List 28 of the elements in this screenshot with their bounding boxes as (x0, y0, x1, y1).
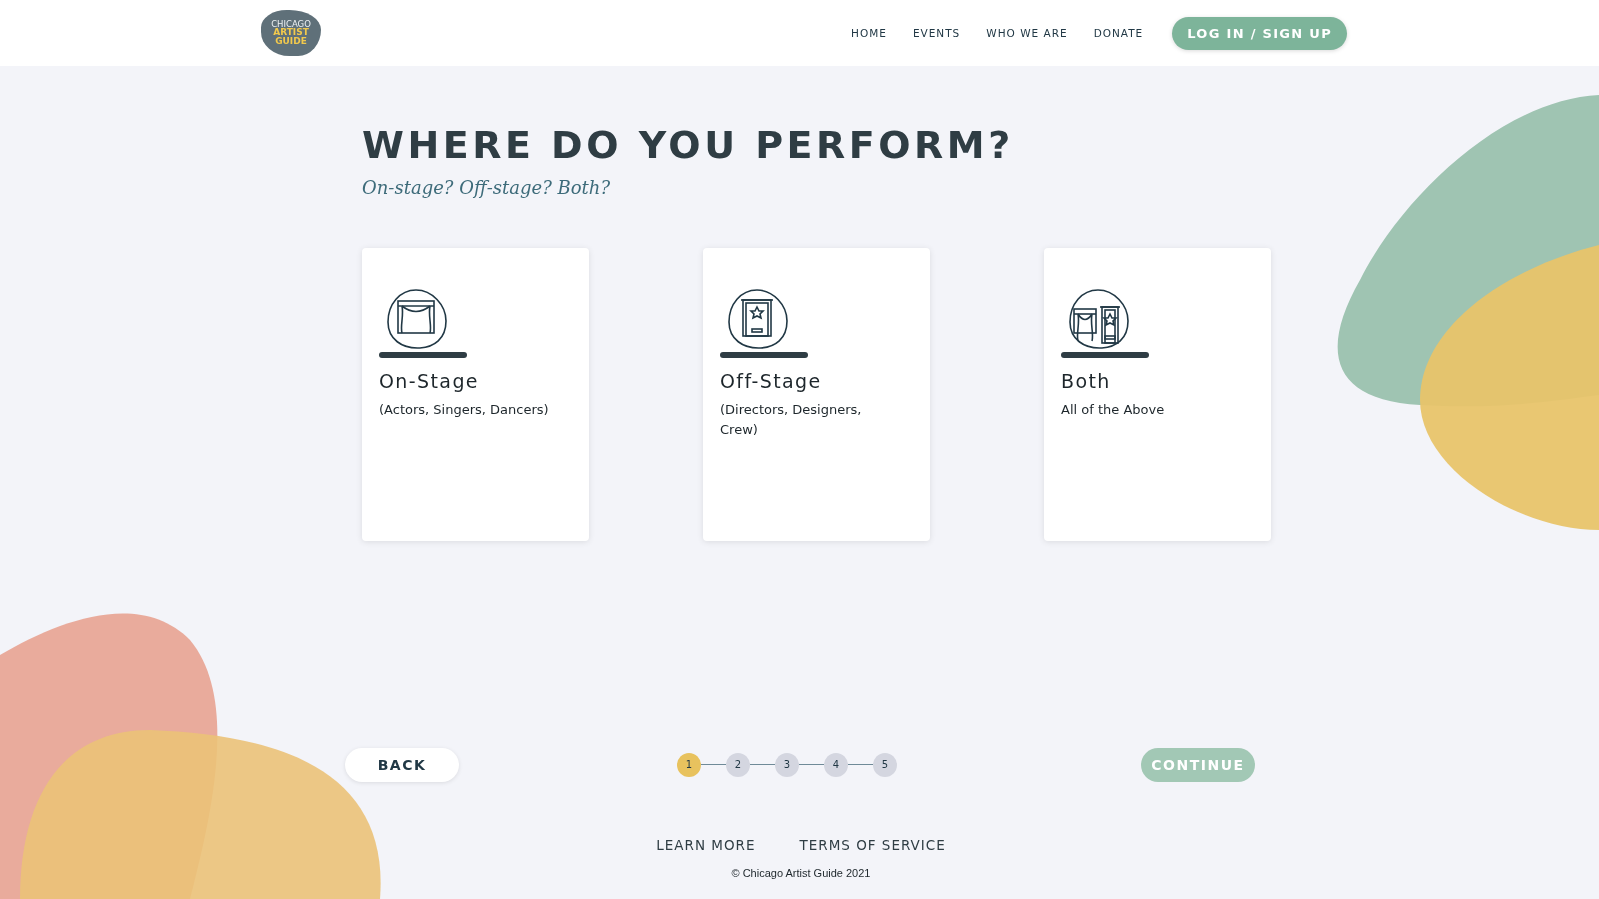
option-card[interactable]: On-Stage (Actors, Singers, Dancers) (362, 247, 589, 541)
stage-curtain-icon (384, 286, 450, 351)
page-subheading: On-stage? Off-stage? Both? (362, 176, 612, 198)
footer-link[interactable]: TERMS OF SERVICE (799, 836, 946, 853)
nav-link[interactable]: EVENTS (912, 27, 961, 39)
step-indicator[interactable]: 1 (677, 752, 701, 777)
step-indicator[interactable]: 4 (824, 752, 848, 777)
back-button[interactable]: BACK (345, 747, 459, 782)
option-title: On-Stage (379, 369, 480, 392)
logo[interactable]: CHICAGO ARTIST GUIDE (261, 10, 321, 56)
step-indicator[interactable]: 3 (775, 752, 799, 777)
nav-link[interactable]: DONATE (1093, 27, 1144, 39)
star-door-icon (725, 286, 791, 351)
option-title: Off-Stage (720, 369, 823, 392)
option-card[interactable]: Off-Stage (Directors, Designers, Crew) (703, 247, 930, 541)
option-description: All of the Above (1061, 400, 1166, 419)
step-indicator[interactable]: 2 (726, 752, 750, 777)
nav-link[interactable]: HOME (851, 27, 887, 39)
copyright-text: © Chicago Artist Guide 2021 (731, 866, 871, 879)
option-description: (Directors, Designers, Crew) (720, 400, 863, 439)
option-title: Both (1061, 369, 1112, 392)
step-indicator[interactable]: 5 (873, 752, 897, 777)
nav-link[interactable]: WHO WE ARE (986, 27, 1068, 39)
option-card[interactable]: Both All of the Above (1044, 247, 1271, 541)
page-heading: WHERE DO YOU PERFORM? (362, 123, 1015, 169)
footer-link[interactable]: LEARN MORE (656, 836, 756, 853)
option-description: (Actors, Singers, Dancers) (379, 400, 550, 419)
stage-and-door-icon (1066, 286, 1132, 351)
